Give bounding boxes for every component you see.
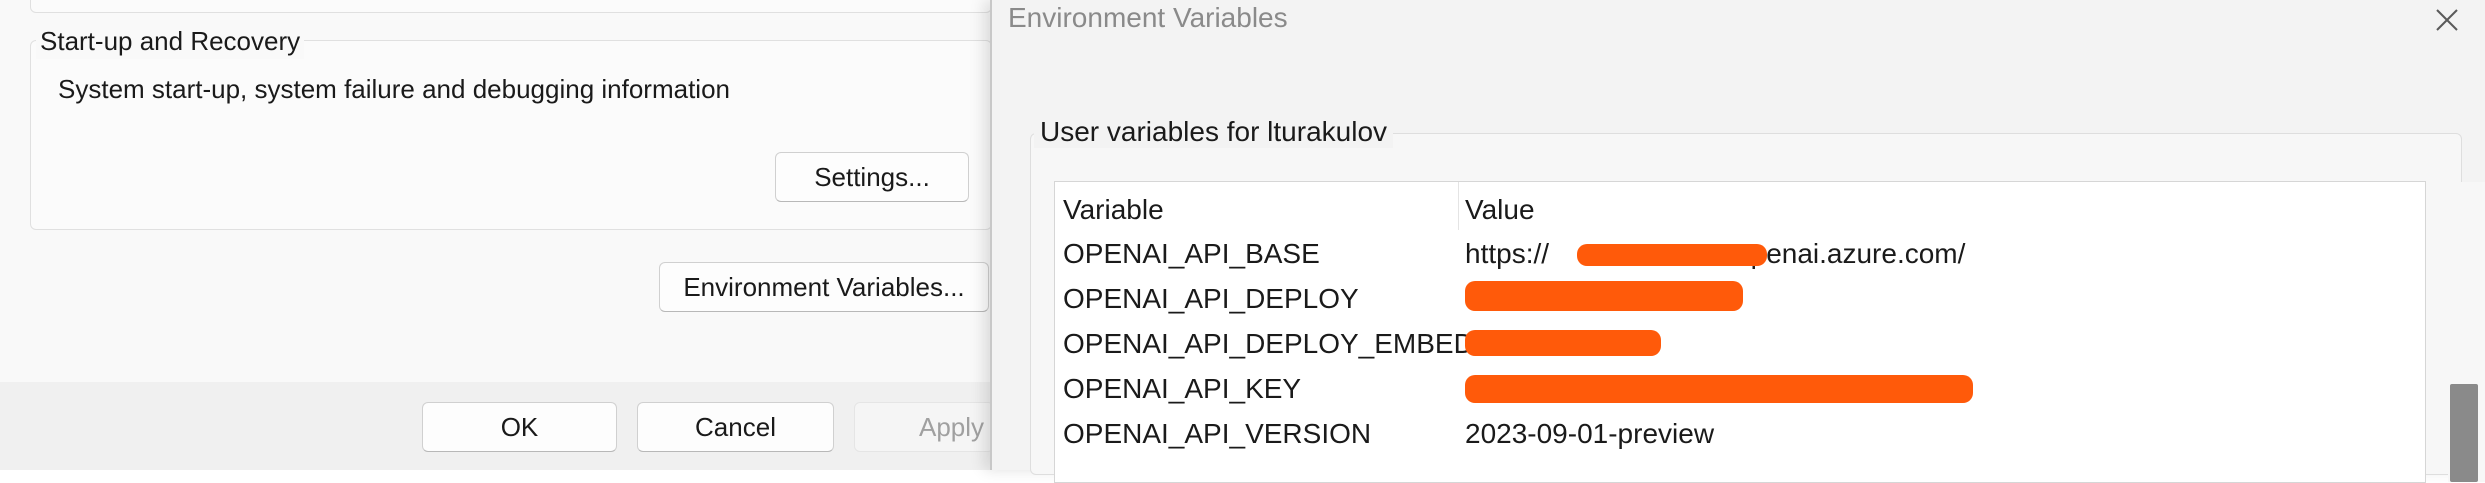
close-icon-glyph: [2436, 9, 2458, 31]
startup-recovery-description: System start-up, system failure and debu…: [58, 74, 731, 104]
column-header-value[interactable]: Value: [1465, 194, 1535, 226]
list-item[interactable]: OPENAI_API_DEPLOY_EMBED: [1055, 320, 2375, 365]
variable-value-suffix: openai.azure.com/: [1735, 238, 1966, 269]
scrollbar-thumb[interactable]: [2450, 384, 2478, 482]
previous-groupbox-edge: [30, 0, 992, 13]
redaction-mark: [1577, 244, 1767, 266]
apply-button[interactable]: Apply: [854, 402, 994, 452]
close-icon[interactable]: [2422, 0, 2472, 40]
variable-value-prefix: https://: [1465, 238, 1550, 269]
startup-recovery-legend: Start-up and Recovery: [36, 24, 305, 59]
list-item[interactable]: OPENAI_API_DEPLOY: [1055, 275, 2375, 320]
ok-button[interactable]: OK: [422, 402, 617, 452]
cancel-button[interactable]: Cancel: [637, 402, 834, 452]
redaction-mark: [1465, 330, 1661, 356]
system-properties-dialog: Start-up and Recovery System start-up, s…: [0, 0, 994, 470]
redaction-mark: [1465, 281, 1743, 311]
variable-name: OPENAI_API_DEPLOY: [1063, 283, 1359, 314]
variable-name: OPENAI_API_DEPLOY_EMBED: [1063, 328, 1474, 359]
redaction-mark: [1465, 375, 1973, 403]
column-header-variable[interactable]: Variable: [1063, 194, 1164, 226]
variable-value: 2023-09-01-preview: [1465, 418, 1715, 449]
settings-button[interactable]: Settings...: [775, 152, 969, 202]
list-item[interactable]: OPENAI_API_BASE https:// openai.azure.com…: [1055, 230, 2375, 275]
variable-name: OPENAI_API_BASE: [1063, 238, 1320, 269]
user-variables-legend: User variables for lturakulov: [1034, 116, 1394, 148]
list-item[interactable]: OPENAI_API_VERSION 2023-09-01-preview: [1055, 410, 2375, 455]
column-divider[interactable]: [1458, 182, 1459, 230]
dialog-title: Environment Variables: [1008, 2, 1288, 33]
list-item[interactable]: OPENAI_API_KEY: [1055, 365, 2375, 410]
environment-variables-button[interactable]: Environment Variables...: [659, 262, 989, 312]
environment-variables-dialog: Environment Variables User variables for…: [990, 0, 2485, 483]
variable-name: OPENAI_API_KEY: [1063, 373, 1302, 404]
variable-name: OPENAI_API_VERSION: [1063, 418, 1372, 449]
user-variables-list[interactable]: Variable Value OPENAI_API_BASE https:// o…: [1054, 181, 2485, 483]
